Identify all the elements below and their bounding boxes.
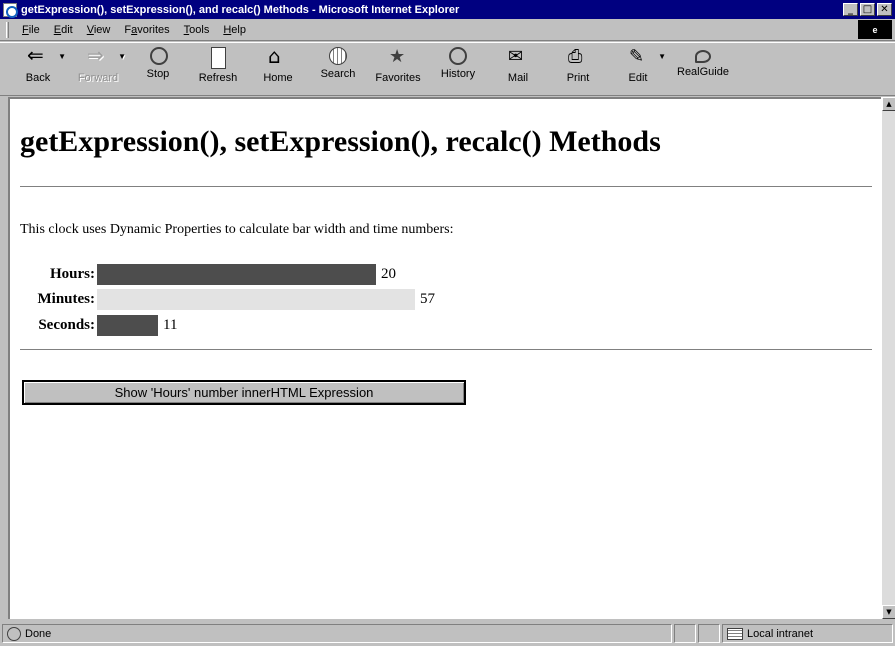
page-done-icon bbox=[7, 626, 21, 641]
page-heading: getExpression(), setExpression(), recalc… bbox=[20, 125, 661, 158]
minutes-value: 57 bbox=[420, 290, 435, 307]
edit-dropdown-icon[interactable]: ▼ bbox=[658, 52, 666, 61]
forward-button[interactable]: Forward ▼ bbox=[68, 43, 128, 92]
minutes-label: Minutes: bbox=[37, 290, 96, 307]
window-controls: _ □ ✕ bbox=[843, 3, 892, 16]
seconds-label: Seconds: bbox=[38, 316, 95, 333]
print-label: Print bbox=[566, 72, 590, 84]
window-title: getExpression(), setExpression(), and re… bbox=[21, 3, 460, 16]
home-icon bbox=[267, 44, 289, 69]
title-bar: getExpression(), setExpression(), and re… bbox=[0, 0, 895, 19]
status-bar: Done Local intranet bbox=[0, 621, 895, 646]
menu-bar: File Edit View Favorites Tools Help e bbox=[0, 19, 895, 41]
realguide-label: RealGuide bbox=[677, 66, 729, 78]
seconds-value: 11 bbox=[163, 316, 178, 333]
mail-icon bbox=[507, 46, 529, 69]
realguide-button[interactable]: RealGuide bbox=[668, 46, 738, 92]
status-text: Done bbox=[25, 627, 52, 640]
minimize-button[interactable]: _ bbox=[843, 3, 858, 16]
minutes-bar bbox=[97, 288, 415, 310]
back-dropdown-icon[interactable]: ▼ bbox=[58, 52, 66, 61]
menu-tools[interactable]: Tools bbox=[177, 24, 217, 36]
scroll-up-icon[interactable]: ▲ bbox=[882, 97, 895, 111]
forward-arrow-icon bbox=[87, 43, 109, 69]
scroll-down-icon[interactable]: ▼ bbox=[882, 605, 895, 619]
history-label: History bbox=[440, 68, 476, 80]
minutes-row: Minutes: 57 bbox=[20, 288, 435, 310]
forward-dropdown-icon[interactable]: ▼ bbox=[118, 52, 126, 61]
search-button[interactable]: Search bbox=[308, 46, 368, 92]
edit-button[interactable]: Edit ▼ bbox=[608, 46, 668, 92]
history-icon bbox=[449, 47, 467, 65]
favorites-button[interactable]: Favorites bbox=[368, 46, 428, 92]
show-expression-button[interactable]: Show 'Hours' number innerHTML Expression bbox=[22, 380, 466, 405]
menu-file[interactable]: File bbox=[15, 24, 47, 36]
status-main-panel: Done bbox=[2, 624, 672, 643]
standard-toolbar: Back ▼ Forward ▼ Stop Refresh Home Searc… bbox=[0, 42, 895, 96]
zone-text: Local intranet bbox=[747, 627, 814, 640]
mail-button[interactable]: Mail bbox=[488, 46, 548, 92]
mail-label: Mail bbox=[507, 72, 529, 84]
ie-throbber-icon: e bbox=[858, 20, 892, 39]
refresh-icon bbox=[210, 47, 226, 69]
seconds-bar bbox=[97, 314, 158, 336]
home-label: Home bbox=[263, 72, 293, 84]
seconds-row: Seconds: 11 bbox=[20, 314, 177, 336]
menu-help[interactable]: Help bbox=[216, 24, 253, 36]
hours-row: Hours: 20 bbox=[20, 263, 396, 285]
maximize-button[interactable]: □ bbox=[860, 3, 875, 16]
print-button[interactable]: Print bbox=[548, 46, 608, 92]
local-intranet-icon bbox=[727, 627, 743, 640]
refresh-button[interactable]: Refresh bbox=[188, 46, 248, 92]
menu-view[interactable]: View bbox=[80, 24, 118, 36]
status-zone-panel: Local intranet bbox=[722, 624, 893, 643]
bottom-divider bbox=[20, 349, 872, 351]
favorites-icon bbox=[387, 46, 409, 69]
print-icon bbox=[567, 46, 589, 69]
home-button[interactable]: Home bbox=[248, 44, 308, 92]
search-label: Search bbox=[320, 68, 356, 80]
stop-icon bbox=[150, 47, 168, 65]
stop-label: Stop bbox=[146, 68, 170, 80]
search-icon bbox=[329, 47, 347, 65]
intro-text: This clock uses Dynamic Properties to ca… bbox=[20, 222, 454, 237]
vertical-scrollbar[interactable]: ▲ ▼ bbox=[881, 97, 895, 619]
page-content: getExpression(), setExpression(), recalc… bbox=[8, 97, 881, 619]
back-button[interactable]: Back ▼ bbox=[8, 43, 68, 92]
menu-edit[interactable]: Edit bbox=[47, 24, 80, 36]
back-label: Back bbox=[25, 72, 51, 84]
hours-value: 20 bbox=[381, 265, 396, 282]
stop-button[interactable]: Stop bbox=[128, 46, 188, 92]
close-button[interactable]: ✕ bbox=[877, 3, 892, 16]
hours-bar bbox=[97, 263, 376, 285]
menu-grip[interactable] bbox=[6, 21, 9, 38]
status-progress-panel bbox=[674, 624, 696, 643]
ie-app-icon[interactable] bbox=[3, 2, 18, 18]
hours-label: Hours: bbox=[50, 265, 95, 282]
edit-label: Edit bbox=[628, 72, 648, 84]
menu-favorites[interactable]: Favorites bbox=[117, 24, 176, 36]
top-divider bbox=[20, 186, 872, 188]
realguide-icon bbox=[695, 50, 711, 63]
favorites-label: Favorites bbox=[375, 72, 421, 84]
history-button[interactable]: History bbox=[428, 46, 488, 92]
edit-icon bbox=[627, 46, 649, 69]
forward-label: Forward bbox=[77, 72, 119, 84]
back-arrow-icon bbox=[27, 43, 49, 69]
refresh-label: Refresh bbox=[198, 72, 238, 84]
status-security-panel bbox=[698, 624, 720, 643]
